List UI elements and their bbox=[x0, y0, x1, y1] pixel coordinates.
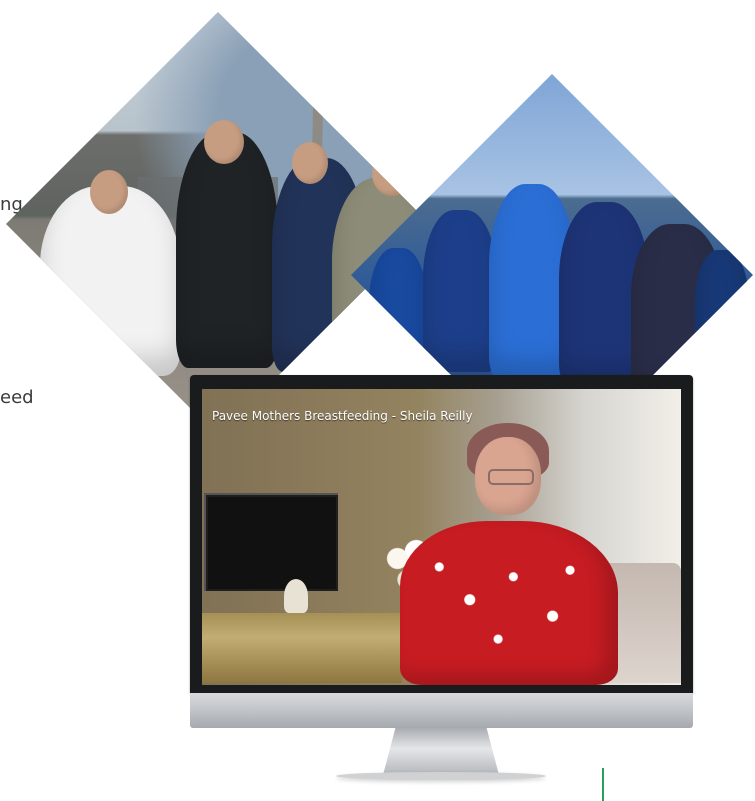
television bbox=[204, 493, 338, 591]
person-head bbox=[372, 152, 412, 196]
accent-line bbox=[602, 768, 604, 801]
person-head bbox=[292, 142, 328, 184]
photo-group-men bbox=[6, 12, 430, 436]
glasses-icon bbox=[488, 469, 534, 485]
monitor-chin bbox=[190, 693, 693, 728]
person-white-shirt bbox=[40, 186, 180, 376]
text-fragment-2: eed bbox=[0, 387, 34, 408]
red-blanket bbox=[400, 521, 618, 685]
team-member bbox=[423, 210, 497, 372]
desktop-monitor-icon: Pavee Mothers Breastfeeding - Sheila Rei… bbox=[190, 375, 693, 780]
team-member bbox=[369, 248, 427, 378]
cabinet bbox=[202, 613, 402, 683]
lamp bbox=[284, 579, 308, 613]
monitor-bezel: Pavee Mothers Breastfeeding - Sheila Rei… bbox=[190, 375, 693, 693]
person-head bbox=[204, 120, 244, 164]
monitor-base bbox=[336, 772, 546, 780]
video-title: Pavee Mothers Breastfeeding - Sheila Rei… bbox=[212, 409, 473, 423]
video-screen: Pavee Mothers Breastfeeding - Sheila Rei… bbox=[202, 389, 681, 685]
person-dark-jacket bbox=[176, 132, 278, 368]
person-head bbox=[90, 170, 128, 214]
team-member bbox=[695, 250, 749, 376]
monitor-stand bbox=[383, 728, 499, 774]
